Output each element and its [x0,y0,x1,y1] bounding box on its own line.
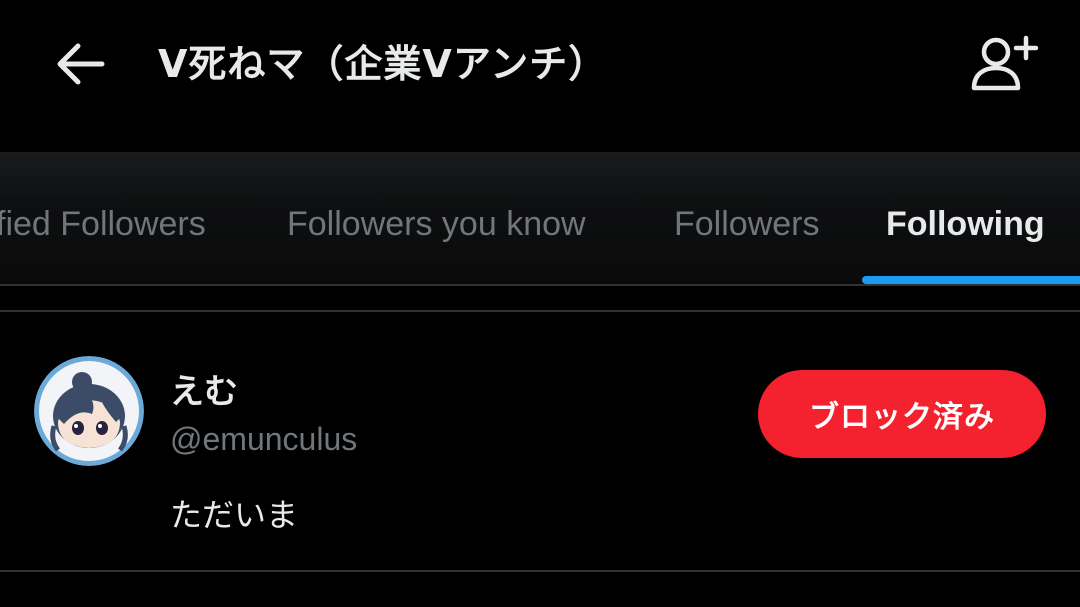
tab-verified-followers[interactable]: fied Followers [0,196,206,252]
tab-followers-you-know[interactable]: Followers you know [287,196,586,252]
avatar-image [34,356,144,466]
active-tab-indicator [862,276,1080,284]
tab-followers[interactable]: Followers [674,196,819,252]
tab-bar-divider [0,284,1080,286]
tab-bar: fied Followers Followers you know Follow… [0,152,1080,286]
user-display-name[interactable]: えむ [170,368,238,416]
blocked-button[interactable]: ブロック済み [758,370,1046,458]
back-button[interactable] [48,36,112,92]
list-item[interactable]: えむ @emunculus ただいま ブロック済み [0,312,1080,570]
user-bio: ただいま [170,496,299,534]
list-divider [0,570,1080,572]
page-title: V死ねマ（企業Vアンチ） [158,42,608,86]
person-add-icon [971,35,1039,91]
arrow-left-icon [57,43,105,85]
tab-following[interactable]: Following [886,196,1045,252]
follow-user-button[interactable] [962,28,1046,98]
avatar[interactable] [34,356,144,466]
top-app-bar: V死ねマ（企業Vアンチ） [0,0,1080,140]
user-handle[interactable]: @emunculus [170,416,357,462]
